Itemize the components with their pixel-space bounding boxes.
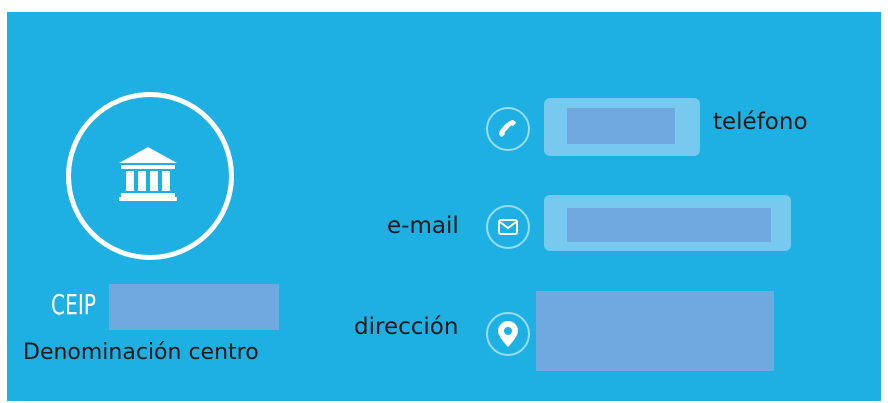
school-name-caption: Denominación centro (23, 340, 259, 365)
map-pin-icon (498, 321, 518, 347)
phone-label: teléfono (713, 109, 808, 135)
email-value-redacted (567, 208, 771, 242)
institution-icon (119, 147, 177, 201)
school-name-redacted (109, 284, 279, 330)
email-label: e-mail (387, 213, 459, 239)
phone-icon-circle (486, 107, 530, 151)
phone-icon (499, 120, 516, 137)
school-type-prefix: CEIP (51, 288, 96, 321)
address-value-redacted[interactable] (536, 291, 774, 371)
institution-logo (66, 92, 234, 260)
school-contact-card: CEIP Denominación centro teléfono e-mail… (7, 12, 881, 401)
phone-value-redacted (567, 108, 675, 144)
address-label: dirección (354, 314, 459, 340)
address-icon-circle (486, 312, 530, 356)
email-icon-circle (486, 205, 530, 249)
envelope-icon (498, 219, 518, 235)
